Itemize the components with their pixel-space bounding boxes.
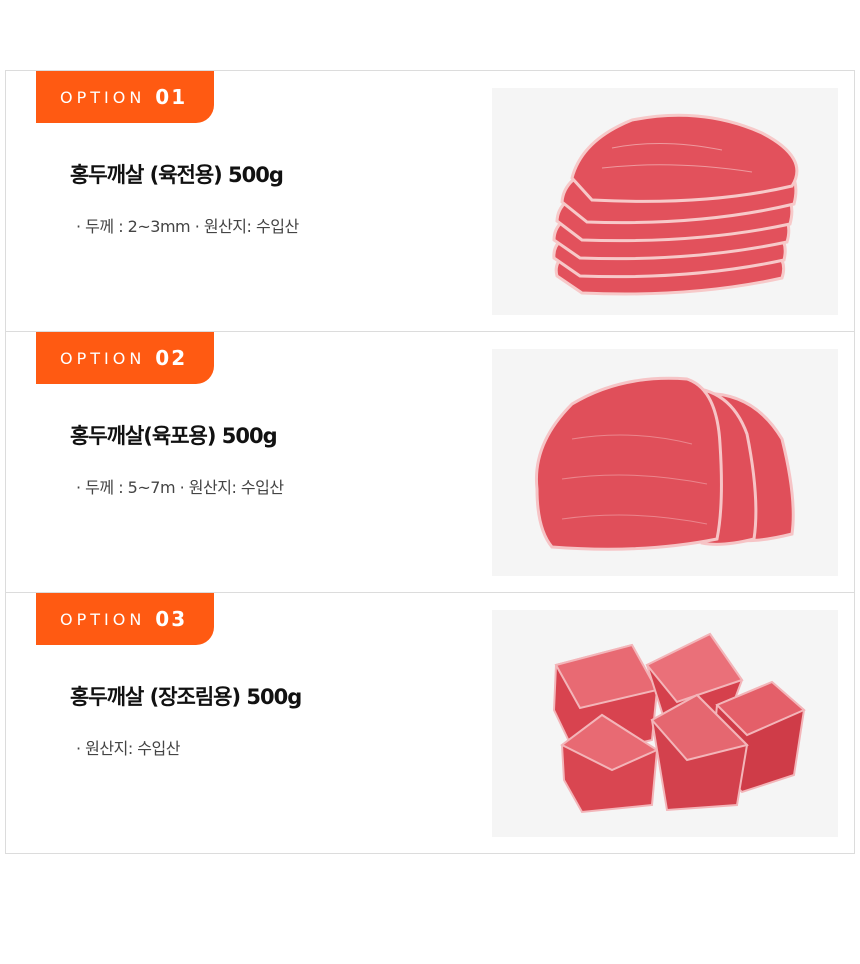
option-number: 02: [155, 346, 188, 370]
option-label: OPTION: [60, 348, 146, 368]
option-number: 03: [155, 607, 188, 631]
option-label: OPTION: [60, 87, 146, 107]
sliced-beef-photo: [492, 88, 838, 315]
product-title: 홍두깨살 (육전용) 500g: [70, 163, 284, 187]
product-specs: · 두께 : 2~3mm · 원산지: 수입산: [76, 217, 299, 236]
product-specs: · 두께 : 5~7m · 원산지: 수입산: [76, 478, 284, 497]
option-card-03: OPTION 03 홍두깨살 (장조림용) 500g · 원산지: 수입산: [6, 593, 854, 853]
option-card-02: OPTION 02 홍두깨살(육포용) 500g · 두께 : 5~7m · 원…: [6, 332, 854, 593]
option-list: OPTION 01 홍두깨살 (육전용) 500g · 두께 : 2~3mm ·…: [5, 70, 855, 854]
cubed-beef-photo: [492, 610, 838, 837]
product-specs: · 원산지: 수입산: [76, 739, 180, 758]
product-title: 홍두깨살 (장조림용) 500g: [70, 685, 302, 709]
option-label: OPTION: [60, 609, 146, 629]
option-number: 01: [155, 85, 188, 109]
option-card-01: OPTION 01 홍두깨살 (육전용) 500g · 두께 : 2~3mm ·…: [6, 71, 854, 332]
thick-sliced-beef-photo: [492, 349, 838, 576]
option-badge: OPTION 03: [36, 593, 214, 645]
option-badge: OPTION 01: [36, 71, 214, 123]
product-title: 홍두깨살(육포용) 500g: [70, 424, 278, 448]
option-badge: OPTION 02: [36, 332, 214, 384]
